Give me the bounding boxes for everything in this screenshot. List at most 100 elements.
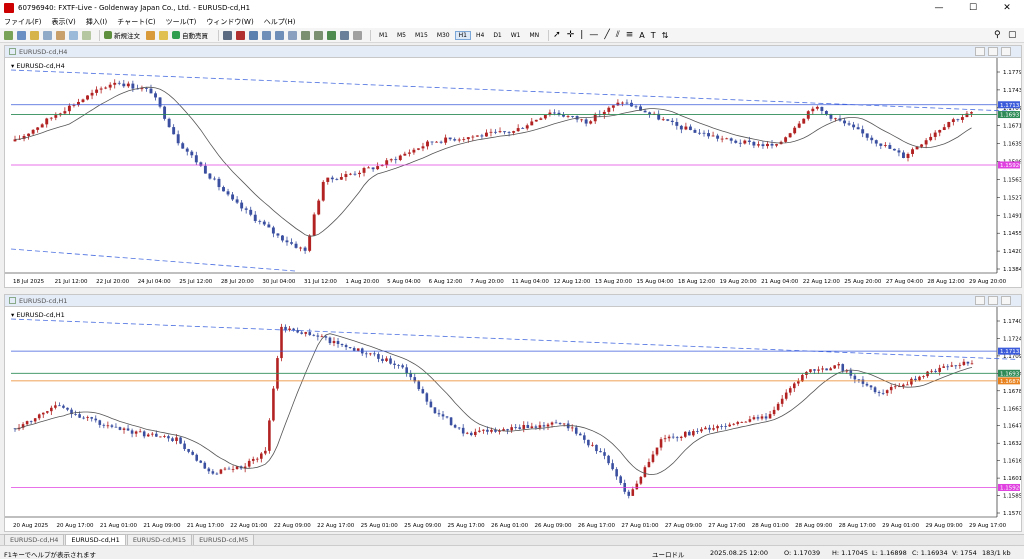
tab-eurusd-m5[interactable]: EURUSD-cd,M5 <box>193 534 255 545</box>
menu-chart[interactable]: チャート(C) <box>117 17 155 27</box>
price-tick-label: 1.16350 <box>1003 142 1021 148</box>
candle-body <box>552 112 556 114</box>
candle-body <box>843 120 846 124</box>
candle-body <box>240 202 244 209</box>
menu-help[interactable]: ヘルプ(H) <box>264 17 296 27</box>
chart-h1-canvas[interactable]: ▾ EURUSD-cd,H11.174001.172451.170901.169… <box>5 307 1021 531</box>
tf-mn[interactable]: MN <box>526 31 544 40</box>
tf-d1[interactable]: D1 <box>489 31 505 40</box>
candle-body <box>187 449 190 452</box>
menu-view[interactable]: 表示(V) <box>52 17 76 27</box>
chat-icon[interactable]: ▢ <box>1008 30 1017 40</box>
minimize-button[interactable]: — <box>922 0 956 16</box>
equidistant-channel-icon[interactable]: ⫽ <box>616 30 620 40</box>
candle-body <box>933 132 937 137</box>
tf-w1[interactable]: W1 <box>507 31 525 40</box>
candle-body <box>344 174 348 178</box>
search-icon[interactable]: ⚲ <box>994 30 1001 40</box>
status-close: C: 1.16934 <box>912 549 948 557</box>
time-tick-label: 19 Aug 20:00 <box>720 279 758 285</box>
new-order-button[interactable]: 新規注文 <box>104 30 140 40</box>
chart-window-icon <box>9 48 16 55</box>
strategy-tester-icon[interactable] <box>82 30 91 40</box>
bar-chart-icon[interactable] <box>223 30 232 40</box>
menu-tools[interactable]: ツール(T) <box>166 17 197 27</box>
auto-trade-button[interactable]: 自動売買 <box>172 30 208 40</box>
chart-h1-close-button[interactable] <box>1001 296 1011 305</box>
zoom-out-icon[interactable] <box>275 30 284 40</box>
tab-eurusd-m15[interactable]: EURUSD-cd,M15 <box>126 534 193 545</box>
profiles-icon[interactable] <box>17 30 26 40</box>
crosshair-icon[interactable]: ✛ <box>567 30 575 40</box>
periods-icon[interactable] <box>340 30 349 40</box>
close-button[interactable]: ✕ <box>990 0 1024 16</box>
tf-m5[interactable]: M5 <box>393 31 410 40</box>
candle-body <box>203 165 207 174</box>
candle-body <box>811 108 815 112</box>
candlestick-icon[interactable] <box>236 30 245 40</box>
tf-m30[interactable]: M30 <box>433 31 454 40</box>
level-price-label: 1.15926 <box>1000 163 1021 169</box>
chart-h4-minimize-button[interactable] <box>975 47 985 56</box>
candle-body <box>149 88 153 94</box>
chart-h1-minimize-button[interactable] <box>975 296 985 305</box>
tab-eurusd-h1[interactable]: EURUSD-cd,H1 <box>65 534 126 545</box>
candle-body <box>766 143 769 147</box>
candle-body <box>911 149 914 154</box>
new-chart-icon[interactable] <box>4 30 13 40</box>
fibonacci-icon[interactable]: ≡ <box>626 30 634 40</box>
auto-trade-icon <box>172 31 180 39</box>
chart-window-h4[interactable]: EURUSD-cd,H4 ▾ EURUSD-cd,H4 1.17790 1.1743… <box>4 45 1022 288</box>
tab-eurusd-h4[interactable]: EURUSD-cd,H4 <box>4 534 65 545</box>
vertical-line-icon[interactable]: | <box>580 30 583 40</box>
tf-h1[interactable]: H1 <box>454 30 471 40</box>
candle-body <box>966 361 970 364</box>
zoom-in-icon[interactable] <box>262 30 271 40</box>
terminal-icon[interactable] <box>69 30 78 40</box>
price-tick-label: 1.15270 <box>1003 195 1021 201</box>
tile-windows-icon[interactable] <box>288 30 297 40</box>
templates-icon[interactable] <box>353 30 362 40</box>
menu-window[interactable]: ウィンドウ(W) <box>206 17 253 27</box>
signals-icon[interactable] <box>159 30 168 40</box>
autoscroll-icon[interactable] <box>301 30 310 40</box>
chart-h4-canvas[interactable]: ▾ EURUSD-cd,H41.177901.174301.170701.167… <box>5 58 1021 287</box>
candle-body <box>142 431 146 437</box>
menu-insert[interactable]: 挿入(I) <box>86 17 108 27</box>
candle-body <box>113 82 117 85</box>
chart-h4-close-button[interactable] <box>1001 47 1011 56</box>
time-tick-label: 22 Aug 01:00 <box>230 523 268 529</box>
chart-window-h1[interactable]: EURUSD-cd,H1 ▾ EURUSD-cd,H1 1.17400 1.1724… <box>4 294 1022 532</box>
horizontal-line-icon[interactable]: — <box>589 30 598 40</box>
cursor-icon[interactable]: ➚ <box>553 30 561 40</box>
candle-body <box>562 114 565 117</box>
candle-body <box>267 224 271 228</box>
chart-h4-restore-button[interactable] <box>988 47 998 56</box>
maximize-button[interactable]: ☐ <box>956 0 990 16</box>
price-tick-label: 1.15855 <box>1003 494 1021 500</box>
menu-file[interactable]: ファイル(F) <box>4 17 42 27</box>
line-chart-icon[interactable] <box>249 30 258 40</box>
tf-h4[interactable]: H4 <box>472 31 488 40</box>
chart-shift-icon[interactable] <box>314 30 323 40</box>
candle-body <box>534 119 538 122</box>
tf-m1[interactable]: M1 <box>375 31 392 40</box>
trendline-icon[interactable]: ╱ <box>604 30 609 40</box>
text-tool-icon[interactable]: A <box>639 31 644 40</box>
chart-h1-restore-button[interactable] <box>988 296 998 305</box>
candle-body <box>720 138 724 140</box>
price-tick-label: 1.14910 <box>1003 213 1021 219</box>
meta-editor-icon[interactable] <box>146 30 155 40</box>
market-watch-icon[interactable] <box>30 30 39 40</box>
candle-body <box>226 191 230 195</box>
label-tool-icon[interactable]: T <box>651 31 656 40</box>
tf-m15[interactable]: M15 <box>411 31 432 40</box>
price-tick-label: 1.17790 <box>1003 70 1021 76</box>
navigator-icon[interactable] <box>56 30 65 40</box>
indicators-icon[interactable] <box>327 30 336 40</box>
arrows-tool-icon[interactable]: ⇅ <box>662 31 669 40</box>
candle-body <box>494 131 497 133</box>
data-window-icon[interactable] <box>43 30 52 40</box>
candle-body <box>743 140 747 144</box>
candle-body <box>667 436 671 439</box>
